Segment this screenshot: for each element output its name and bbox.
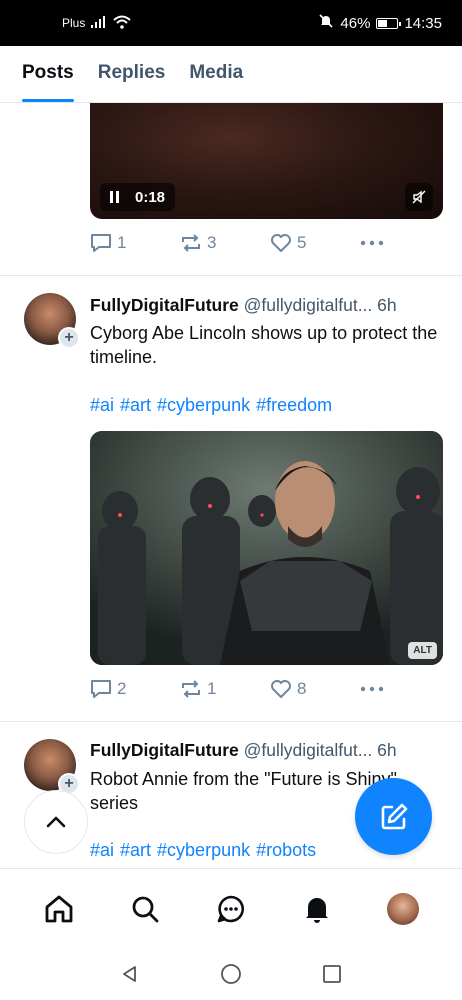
back-icon[interactable] <box>120 964 140 984</box>
reply-icon <box>91 680 111 698</box>
profile-avatar <box>387 892 419 925</box>
tab-posts[interactable]: Posts <box>22 46 74 102</box>
battery-percent: 46% <box>340 14 371 32</box>
scroll-to-top-button[interactable] <box>24 790 88 854</box>
tab-replies[interactable]: Replies <box>98 46 166 102</box>
more-icon <box>360 240 384 246</box>
video-player[interactable]: 0:18 <box>90 103 443 219</box>
heart-icon <box>271 680 291 698</box>
signal-icon <box>91 15 107 31</box>
home-circle-icon[interactable] <box>220 963 242 985</box>
nav-chat[interactable] <box>211 889 251 929</box>
search-icon <box>132 896 159 922</box>
pause-icon[interactable] <box>110 191 119 203</box>
hashtags[interactable]: #ai #art #cyberpunk #robots <box>90 840 316 861</box>
like-button[interactable]: 8 <box>270 679 360 699</box>
nav-notifications[interactable] <box>297 889 337 929</box>
post-divider <box>0 275 462 276</box>
reply-button[interactable]: 1 <box>90 233 180 253</box>
reply-button[interactable]: 2 <box>90 679 180 699</box>
repost-icon <box>182 234 200 252</box>
repost-button[interactable]: 1 <box>180 679 270 699</box>
post-header: FullyDigitalFuture @fullydigitalfut... 6… <box>90 295 444 316</box>
more-options-button[interactable] <box>360 686 384 692</box>
post-divider <box>0 721 462 722</box>
avatar[interactable]: + <box>24 739 80 795</box>
nav-profile[interactable] <box>383 889 423 929</box>
hashtags[interactable]: #ai #art #cyberpunk #freedom <box>90 395 332 416</box>
recents-icon[interactable] <box>322 964 342 984</box>
nav-home[interactable] <box>39 889 79 929</box>
video-controls: 0:18 <box>100 183 176 211</box>
clock: 14:35 <box>404 14 442 32</box>
like-button[interactable]: 5 <box>270 233 360 253</box>
post-image[interactable]: ALT <box>90 431 443 665</box>
wifi-icon <box>113 15 132 32</box>
repost-count: 3 <box>207 233 217 252</box>
alt-text-badge[interactable]: ALT <box>408 642 437 659</box>
cyborg-image-illustration <box>90 431 443 665</box>
post-time: 6h <box>377 295 397 315</box>
post-text: Cyborg Abe Lincoln shows up to protect t… <box>90 323 438 367</box>
like-count: 8 <box>297 679 307 698</box>
avatar[interactable]: + <box>24 293 80 349</box>
reply-count: 2 <box>117 679 127 698</box>
profile-tabs: Posts Replies Media <box>0 46 462 103</box>
more-icon <box>360 686 384 692</box>
handle[interactable]: @fullydigitalfut... <box>244 295 373 315</box>
repost-icon <box>182 680 200 698</box>
display-name[interactable]: FullyDigitalFuture <box>90 295 239 315</box>
bell-icon <box>306 897 328 923</box>
repost-button[interactable]: 3 <box>180 233 270 253</box>
chat-icon <box>217 895 244 922</box>
feed[interactable]: 0:18 1 3 5 + FullyDigitalFuture @fullydi… <box>0 103 462 868</box>
status-bar: Plus 46% 14:35 <box>0 0 462 46</box>
reply-count: 1 <box>117 233 127 252</box>
mute-button[interactable] <box>405 183 433 211</box>
reply-icon <box>91 234 111 252</box>
speaker-muted-icon <box>412 190 426 204</box>
battery-icon <box>376 17 402 29</box>
video-timestamp: 0:18 <box>135 188 166 206</box>
carrier-label: Plus <box>62 16 86 30</box>
post-actions: 2 1 8 <box>90 679 384 699</box>
heart-icon <box>271 234 291 252</box>
mute-bell-icon <box>318 13 334 33</box>
more-options-button[interactable] <box>360 240 384 246</box>
handle[interactable]: @fullydigitalfut... <box>244 740 373 760</box>
system-navigation <box>0 948 462 1000</box>
post-time: 6h <box>377 740 397 760</box>
bottom-navigation <box>0 868 462 948</box>
repost-count: 1 <box>207 679 217 698</box>
like-count: 5 <box>297 233 307 252</box>
follow-plus-icon[interactable]: + <box>58 327 80 349</box>
compose-button[interactable] <box>355 778 432 855</box>
compose-icon <box>381 803 407 829</box>
display-name[interactable]: FullyDigitalFuture <box>90 740 239 760</box>
video-post-actions: 1 3 5 <box>90 233 384 253</box>
chevron-up-icon <box>46 816 66 828</box>
home-icon <box>45 895 73 922</box>
post-header: FullyDigitalFuture @fullydigitalfut... 6… <box>90 740 444 761</box>
tab-media[interactable]: Media <box>189 46 243 102</box>
nav-search[interactable] <box>125 889 165 929</box>
